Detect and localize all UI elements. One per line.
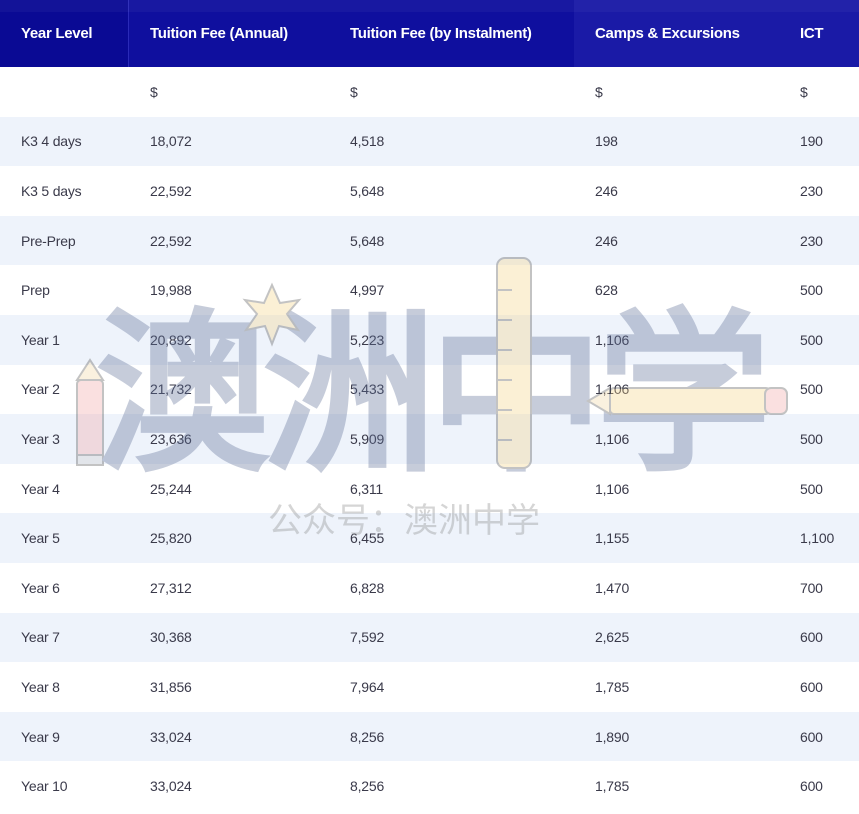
camps-cell: 1,106 <box>595 381 630 398</box>
year-level-cell: Year 4 <box>21 480 60 497</box>
table-row: Year 2 21,732 5,433 1,106 500 <box>0 365 859 415</box>
table-row: Year 9 33,024 8,256 1,890 600 <box>0 711 859 762</box>
table-row: Year 1 20,892 5,223 1,106 500 <box>0 314 859 365</box>
table-row: Year 5 25,820 6,455 1,155 1,100 <box>0 513 859 563</box>
table-row: Year 7 30,368 7,592 2,625 600 <box>0 612 859 663</box>
camps-cell: 1,470 <box>595 579 630 596</box>
tuition-instalment-cell: 5,223 <box>350 331 385 348</box>
tuition-instalment-cell: 8,256 <box>350 778 385 795</box>
tuition-instalment-cell: 7,592 <box>350 629 385 646</box>
table-row: Year 3 23,636 5,909 1,106 500 <box>0 414 859 464</box>
table-row: Year 6 27,312 6,828 1,470 700 <box>0 563 859 613</box>
table-row: Year 10 33,024 8,256 1,785 600 <box>0 761 859 811</box>
currency-cell: $ <box>595 83 603 100</box>
camps-cell: 1,155 <box>595 530 630 547</box>
tuition-instalment-cell: 6,311 <box>350 480 383 497</box>
tuition-annual-cell: 31,856 <box>150 678 192 695</box>
table-row: Year 8 31,856 7,964 1,785 600 <box>0 662 859 712</box>
tuition-instalment-cell: 6,828 <box>350 579 385 596</box>
camps-cell: 246 <box>595 182 618 199</box>
ict-cell: 230 <box>800 232 823 249</box>
currency-cell: $ <box>150 83 158 100</box>
camps-cell: 246 <box>595 232 618 249</box>
year-level-cell: K3 5 days <box>21 182 82 199</box>
table-body: K3 4 days 18,072 4,518 198 190 K3 5 days 22,59… <box>0 116 859 811</box>
year-level-cell: K3 4 days <box>21 133 82 150</box>
year-level-cell: Year 2 <box>21 381 60 398</box>
header-top-band <box>0 0 859 12</box>
tuition-annual-cell: 33,024 <box>150 728 192 745</box>
camps-cell: 1,785 <box>595 678 630 695</box>
tuition-annual-cell: 30,368 <box>150 629 192 646</box>
tuition-instalment-cell: 6,455 <box>350 530 385 547</box>
tuition-annual-cell: 27,312 <box>150 579 192 596</box>
tuition-annual-cell: 18,072 <box>150 133 192 150</box>
camps-cell: 628 <box>595 282 618 299</box>
ict-cell: 600 <box>800 678 823 695</box>
ict-cell: 600 <box>800 728 823 745</box>
ict-cell: 1,100 <box>800 530 835 547</box>
tuition-instalment-cell: 4,518 <box>350 133 385 150</box>
tuition-instalment-cell: 5,648 <box>350 232 385 249</box>
camps-cell: 198 <box>595 133 618 150</box>
year-level-cell: Year 5 <box>21 530 60 547</box>
year-level-cell: Year 7 <box>21 629 60 646</box>
ict-cell: 500 <box>800 282 823 299</box>
currency-row: $ $ $ $ <box>0 67 859 117</box>
tuition-annual-cell: 22,592 <box>150 182 192 199</box>
ict-cell: 500 <box>800 381 823 398</box>
tuition-annual-cell: 19,988 <box>150 282 192 299</box>
tuition-instalment-cell: 5,648 <box>350 182 385 199</box>
year-level-cell: Year 3 <box>21 430 60 447</box>
year-level-cell: Year 8 <box>21 678 60 695</box>
year-level-cell: Year 6 <box>21 579 60 596</box>
tuition-annual-cell: 25,244 <box>150 480 192 497</box>
tuition-instalment-cell: 5,909 <box>350 430 385 447</box>
camps-cell: 1,106 <box>595 331 630 348</box>
camps-cell: 2,625 <box>595 629 630 646</box>
tuition-fee-table: Year Level Tuition Fee (Annual) Tuition … <box>0 0 859 811</box>
camps-cell: 1,106 <box>595 430 630 447</box>
year-level-cell: Pre-Prep <box>21 232 76 249</box>
camps-cell: 1,106 <box>595 480 630 497</box>
tuition-annual-cell: 20,892 <box>150 331 192 348</box>
ict-cell: 600 <box>800 778 823 795</box>
table-row: K3 4 days 18,072 4,518 198 190 <box>0 116 859 167</box>
ict-cell: 500 <box>800 480 823 497</box>
tuition-annual-cell: 25,820 <box>150 530 192 547</box>
ict-cell: 230 <box>800 182 823 199</box>
tuition-annual-cell: 21,732 <box>150 381 192 398</box>
year-level-cell: Year 10 <box>21 778 68 795</box>
tuition-annual-cell: 23,636 <box>150 430 192 447</box>
camps-cell: 1,890 <box>595 728 630 745</box>
year-level-cell: Year 9 <box>21 728 60 745</box>
currency-cell: $ <box>800 83 808 100</box>
table-row: Year 4 25,244 6,311 1,106 500 <box>0 464 859 514</box>
year-level-cell: Prep <box>21 282 50 299</box>
table-row: Prep 19,988 4,997 628 500 <box>0 265 859 315</box>
ict-cell: 500 <box>800 430 823 447</box>
tuition-instalment-cell: 7,964 <box>350 678 385 695</box>
ict-cell: 600 <box>800 629 823 646</box>
ict-cell: 190 <box>800 133 823 150</box>
tuition-instalment-cell: 5,433 <box>350 381 385 398</box>
table-row: Pre-Prep 22,592 5,648 246 230 <box>0 215 859 266</box>
ict-cell: 500 <box>800 331 823 348</box>
table-header-row: Year Level Tuition Fee (Annual) Tuition … <box>0 0 859 67</box>
camps-cell: 1,785 <box>595 778 630 795</box>
tuition-instalment-cell: 4,997 <box>350 282 385 299</box>
tuition-instalment-cell: 8,256 <box>350 728 385 745</box>
currency-cell: $ <box>350 83 358 100</box>
year-level-cell: Year 1 <box>21 331 60 348</box>
tuition-annual-cell: 22,592 <box>150 232 192 249</box>
ict-cell: 700 <box>800 579 823 596</box>
table-row: K3 5 days 22,592 5,648 246 230 <box>0 166 859 216</box>
tuition-annual-cell: 33,024 <box>150 778 192 795</box>
